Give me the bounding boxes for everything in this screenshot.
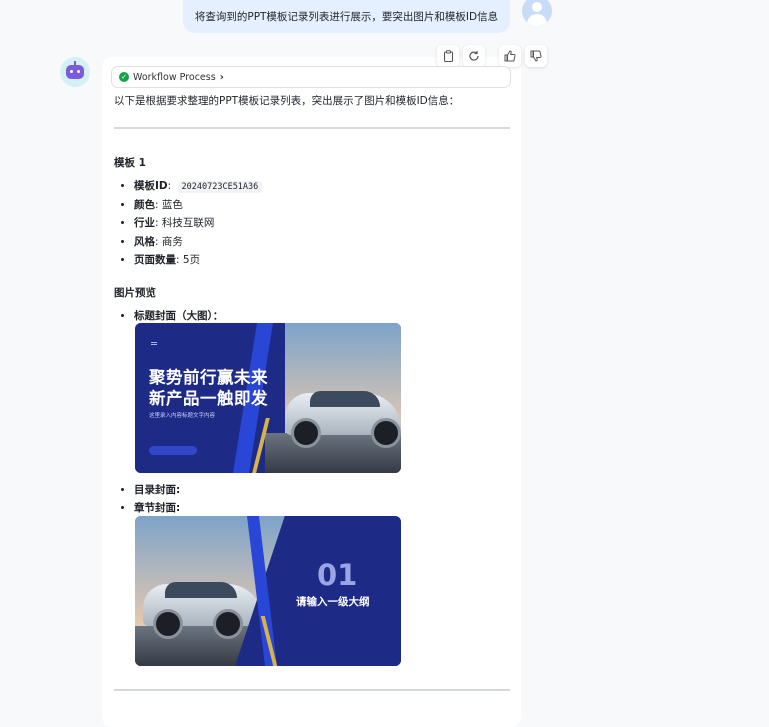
user-message-text: 将查询到的PPT模板记录列表进行展示，要突出图片和模板ID信息 xyxy=(194,11,499,23)
user-message-bubble: 将查询到的PPT模板记录列表进行展示，要突出图片和模板ID信息 xyxy=(183,0,510,33)
thumbs-up-icon xyxy=(504,50,516,62)
field-page-count: 页面数量: 5页 xyxy=(134,252,262,271)
message-toolbar xyxy=(437,45,547,67)
refresh-icon xyxy=(469,51,479,61)
workflow-label: Workflow Process xyxy=(133,71,216,83)
field-color: 颜色: 蓝色 xyxy=(134,197,262,216)
section-cover-image[interactable]: 01 请输入一级大纲 xyxy=(135,516,401,666)
clipboard-icon xyxy=(443,50,453,62)
dislike-button[interactable] xyxy=(525,45,547,67)
cover-subtitle: 这里录入内容标题文字内容 xyxy=(149,413,216,419)
preview-heading: 图片预览 xyxy=(114,287,156,299)
template-heading: 模板 1 xyxy=(114,157,146,169)
template-fields-list: 模板ID: 20240723CE51A36 颜色: 蓝色 行业: 科技互联网 风… xyxy=(120,178,263,271)
regenerate-button[interactable] xyxy=(463,45,485,67)
bot-avatar xyxy=(60,57,90,87)
thumbs-down-icon xyxy=(530,50,542,62)
chevron-right-icon: › xyxy=(219,71,224,83)
field-template-id: 模板ID: 20240723CE51A36 xyxy=(134,178,263,197)
section-number: 01 xyxy=(317,558,358,592)
like-button[interactable] xyxy=(499,45,521,67)
response-intro: 以下是根据要求整理的PPT模板记录列表，突出展示了图片和模板ID信息： xyxy=(114,95,460,107)
menu-icon xyxy=(151,342,157,343)
template-id-code: 20240723CE51A36 xyxy=(177,181,263,193)
preview-list-title-cover: 标题封面（大图）： xyxy=(120,308,223,323)
title-cover-item: 标题封面（大图）： xyxy=(134,308,223,323)
section-title: 请输入一级大纲 xyxy=(296,596,370,608)
toc-cover-item: 目录封面: xyxy=(134,482,180,500)
section-cover-item: 章节封面: xyxy=(134,500,180,515)
cover-button-shape xyxy=(149,446,197,455)
field-industry: 行业: 科技互联网 xyxy=(134,215,262,234)
field-style: 风格: 商务 xyxy=(134,234,262,253)
user-avatar xyxy=(522,0,552,26)
copy-button[interactable] xyxy=(437,45,459,67)
cover-title: 聚势前行赢未来 新产品一触即发 xyxy=(149,368,268,408)
check-circle-icon: ✓ xyxy=(119,72,129,82)
divider-bottom xyxy=(114,689,510,691)
preview-list-more: 目录封面: 章节封面: xyxy=(120,482,180,515)
workflow-process-toggle[interactable]: ✓ Workflow Process › xyxy=(111,66,511,88)
title-cover-image[interactable]: 聚势前行赢未来 新产品一触即发 这里录入内容标题文字内容 xyxy=(135,323,401,473)
divider xyxy=(114,127,510,129)
